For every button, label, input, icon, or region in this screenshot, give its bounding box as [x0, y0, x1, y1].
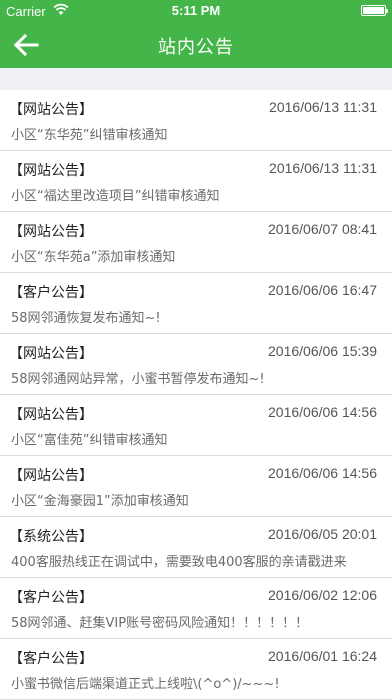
- notice-content: 400客服热线正在调试中，需要致电400客服的亲请戳进来: [11, 555, 347, 570]
- notice-content: 小区“富佳苑”纠错审核通知: [11, 433, 168, 448]
- notice-date: 2016/06/07 08:41: [268, 221, 377, 237]
- notice-content: 小区“福达里改造项目”纠错审核通知: [11, 189, 220, 204]
- notice-category: 【客户公告】: [9, 590, 93, 606]
- notice-content: 58网邻通网站异常，小蜜书暂停发布通知~!: [11, 372, 265, 387]
- notice-category: 【系统公告】: [9, 529, 93, 545]
- notice-item[interactable]: 【网站公告】 2016/06/06 14:56 小区“金海豪园1”添加审核通知: [0, 456, 392, 517]
- notice-item[interactable]: 【网站公告】 2016/06/06 15:39 58网邻通网站异常，小蜜书暂停发…: [0, 334, 392, 395]
- clock: 5:11 PM: [171, 3, 221, 18]
- notice-list: 【网站公告】 2016/06/13 11:31 小区“东华苑”纠错审核通知 【网…: [0, 90, 392, 700]
- notice-category: 【网站公告】: [9, 407, 93, 423]
- notice-category: 【网站公告】: [9, 468, 93, 484]
- notice-date: 2016/06/13 11:31: [269, 160, 377, 176]
- notice-item[interactable]: 【网站公告】 2016/06/06 14:56 小区“富佳苑”纠错审核通知: [0, 395, 392, 456]
- notice-content: 小区“东华苑a”添加审核通知: [11, 250, 176, 265]
- notice-item[interactable]: 【网站公告】 2016/06/13 11:31 小区“东华苑”纠错审核通知: [0, 90, 392, 151]
- notice-date: 2016/06/06 14:56: [268, 404, 377, 420]
- notice-date: 2016/06/02 12:06: [268, 587, 377, 603]
- notice-category: 【网站公告】: [9, 163, 93, 179]
- notice-item[interactable]: 【系统公告】 2016/06/05 20:01 400客服热线正在调试中，需要致…: [0, 517, 392, 578]
- notice-date: 2016/06/13 11:31: [269, 99, 377, 115]
- notice-content: 小蜜书微信后端渠道正式上线啦\(^o^)/~~~!: [11, 677, 280, 692]
- notice-date: 2016/06/06 14:56: [268, 465, 377, 481]
- battery-icon: [361, 5, 388, 16]
- notice-date: 2016/06/06 16:47: [268, 282, 377, 298]
- page-title: 站内公告: [158, 37, 234, 58]
- notice-category: 【网站公告】: [9, 224, 93, 240]
- notice-content: 小区“东华苑”纠错审核通知: [11, 128, 168, 143]
- notice-category: 【网站公告】: [9, 346, 93, 362]
- notice-content: 58网邻通恢复发布通知~!: [11, 311, 161, 326]
- notice-content: 58网邻通、赶集VIP账号密码风险通知！！！！！！: [11, 616, 309, 631]
- notice-category: 【客户公告】: [9, 285, 93, 301]
- notice-date: 2016/06/01 16:24: [268, 648, 377, 664]
- notice-item[interactable]: 【客户公告】 2016/06/01 16:24 小蜜书微信后端渠道正式上线啦\(…: [0, 639, 392, 700]
- notice-item[interactable]: 【客户公告】 2016/06/02 12:06 58网邻通、赶集VIP账号密码风…: [0, 578, 392, 639]
- status-bar: Carrier 5:11 PM: [0, 0, 392, 22]
- notice-date: 2016/06/06 15:39: [268, 343, 377, 359]
- notice-content: 小区“金海豪园1”添加审核通知: [11, 494, 189, 509]
- notice-item[interactable]: 【网站公告】 2016/06/07 08:41 小区“东华苑a”添加审核通知: [0, 212, 392, 273]
- notice-item[interactable]: 【网站公告】 2016/06/13 11:31 小区“福达里改造项目”纠错审核通…: [0, 151, 392, 212]
- notice-category: 【网站公告】: [9, 102, 93, 118]
- navigation-bar: 站内公告: [0, 22, 392, 68]
- notice-item[interactable]: 【客户公告】 2016/06/06 16:47 58网邻通恢复发布通知~!: [0, 273, 392, 334]
- notice-date: 2016/06/05 20:01: [268, 526, 377, 542]
- notice-category: 【客户公告】: [9, 651, 93, 667]
- header-spacer: [0, 68, 392, 90]
